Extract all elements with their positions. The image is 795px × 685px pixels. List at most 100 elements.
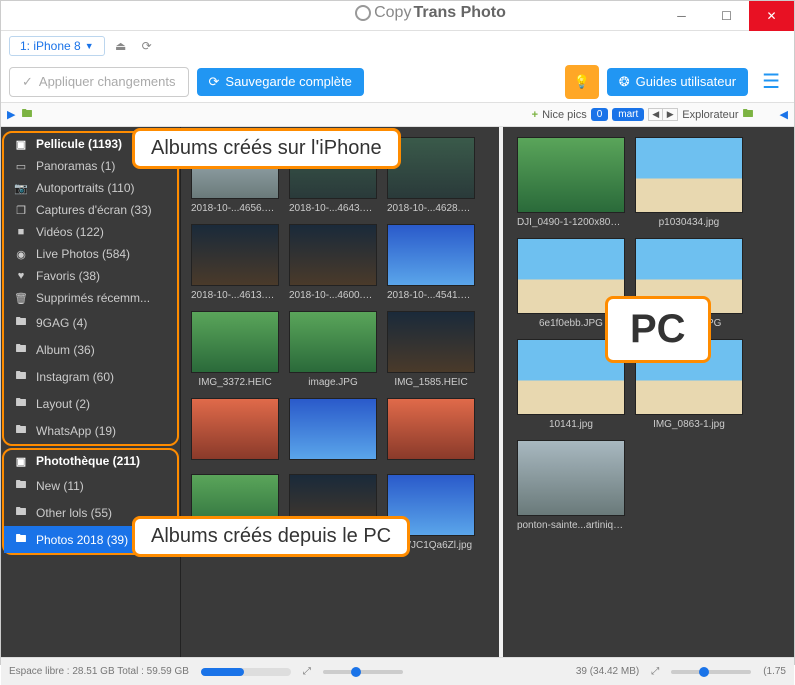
play-icon[interactable]: ▶ [7,108,15,121]
thumbnail-label: 2018-10-...4643.png [289,203,377,214]
album-icon: ▭ [14,160,28,173]
folder-icon[interactable]: 🖿 [21,105,32,124]
apply-changes-button[interactable]: ✓ Appliquer changements [9,67,189,97]
album-count-badge: 0 [591,108,609,121]
photo-thumbnail[interactable]: IMG_1585.HEIC [387,311,475,388]
sidebar-group-header[interactable]: ▣Photothèque (211) [4,450,177,472]
sidebar-item-label: Photos 2018 (39) [36,533,128,547]
folder-open-icon[interactable]: 🖿 [743,105,754,124]
sidebar-item[interactable]: 🗑 Supprimés récemm... [4,287,177,309]
thumbnail-label: DJI_0490-1-1200x800.jpg [517,217,625,228]
thumbnail-image [387,311,475,373]
zoom-slider-right[interactable] [671,670,751,674]
camera-icon: ▣ [14,138,28,151]
photo-thumbnail[interactable] [289,398,377,464]
sidebar-item[interactable]: ❐Captures d'écran (33) [4,199,177,221]
pc-photos-pane: DJI_0490-1-1200x800.jpgp1030434.jpg6e1f0… [507,127,786,657]
thumbnail-image [517,440,625,516]
thumbnail-label: p1030434.jpg [635,217,743,228]
sidebar-item-label: Other lols (55) [36,506,112,520]
thumbnail-image [635,137,743,213]
album-sidebar: ▣Pellicule (1193)▭Panoramas (1)📷Autoport… [1,127,181,657]
thumbnail-image [387,398,475,460]
sidebar-item-label: Supprimés récemm... [36,291,150,305]
photo-thumbnail[interactable]: 2018-10-...4541.png [387,224,475,301]
sidebar-item[interactable]: 🖿New (11) [4,472,177,499]
eject-button[interactable]: ⏏ [111,36,131,56]
breadcrumb-row: ▶ 🖿 + Nice pics 0 mart ◀▶ Explorateur 🖿 … [1,103,794,127]
main-toolbar: ✓ Appliquer changements ⟳ Sauvegarde com… [1,61,794,103]
thumbnail-label: 10141.jpg [517,419,625,430]
device-photos-pane: 2018-10-...4656.png2018-10-...4643.png20… [181,127,503,657]
photo-thumbnail[interactable]: ponton-sainte...artinique.jpg [517,440,625,531]
refresh-icon: ⟳ [209,74,220,90]
user-guides-button[interactable]: ❂ Guides utilisateur [607,68,748,96]
album-name[interactable]: Nice pics [542,109,587,121]
thumbnail-label: IMG_0863-1.jpg [635,419,743,430]
callout-iphone-albums: Albums créés sur l'iPhone [132,128,401,169]
path-segment[interactable]: mart [612,108,644,121]
photo-thumbnail[interactable]: image.JPG [289,311,377,388]
add-icon[interactable]: + [532,109,538,121]
album-icon: 🖿 [14,421,28,440]
sidebar-item[interactable]: ■Vidéos (122) [4,221,177,243]
maximize-button[interactable]: ☐ [704,1,749,31]
sidebar-item[interactable]: ◉Live Photos (584) [4,243,177,265]
sidebar-item[interactable]: 🖿Instagram (60) [4,363,177,390]
photo-thumbnail[interactable]: 2018-10-...4613.png [191,224,279,301]
album-icon: 🖿 [14,476,28,495]
device-row: 1: iPhone 8 ▼ ⏏ ⟳ [1,31,794,61]
thumbnail-label: image.JPG [289,377,377,388]
sidebar-item[interactable]: ♥Favoris (38) [4,265,177,287]
sidebar-item-label: Captures d'écran (33) [36,203,152,217]
close-button[interactable]: ✕ [749,1,794,31]
album-icon: 🖿 [14,394,28,413]
sidebar-item[interactable]: 📷Autoportraits (110) [4,177,177,199]
photo-thumbnail[interactable] [191,398,279,464]
nav-arrows[interactable]: ◀▶ [648,108,678,121]
sidebar-item-label: Favoris (38) [36,269,100,283]
sidebar-item-label: Autoportraits (110) [36,181,135,195]
sidebar-item-label: WhatsApp (19) [36,424,116,438]
thumbnail-image [289,398,377,460]
lifebuoy-icon: ❂ [619,74,630,90]
photo-thumbnail[interactable]: p1030434.jpg [635,137,743,228]
refresh-button[interactable]: ⟳ [137,36,157,56]
zoom-slider-left[interactable] [323,670,403,674]
thumbnail-label: IMG_1585.HEIC [387,377,475,388]
explorer-label[interactable]: Explorateur [682,109,738,121]
sidebar-item[interactable]: 🖿 WhatsApp (19) [4,417,177,444]
expand-icon-2[interactable]: ⤢ [651,666,659,677]
scrollbar[interactable] [786,127,794,657]
album-icon: 🖿 [14,340,28,359]
photo-thumbnail[interactable]: DJI_0490-1-1200x800.jpg [517,137,625,228]
album-icon: ◉ [14,248,28,261]
expand-icon[interactable]: ⤢ [303,666,311,677]
minimize-button[interactable]: ─ [659,1,704,31]
sidebar-item[interactable]: 🖿 Album (36) [4,336,177,363]
main-area: ▣Pellicule (1193)▭Panoramas (1)📷Autoport… [1,127,794,657]
sidebar-item-label: Album (36) [36,343,95,357]
album-icon: 🖿 [14,503,28,522]
collapse-icon[interactable]: ◀ [780,108,788,121]
status-bar: Espace libre : 28.51 GB Total : 59.59 GB… [1,657,794,685]
hamburger-menu[interactable]: ☰ [756,69,786,94]
full-backup-button[interactable]: ⟳ Sauvegarde complète [197,68,364,96]
album-icon: 🗑 [14,292,28,305]
right-info: (1.75 [763,666,786,677]
sidebar-item-label: 9GAG (4) [36,316,87,330]
sidebar-item[interactable]: 🖿9GAG (4) [4,309,177,336]
photo-thumbnail[interactable]: 2018-10-...4600.png [289,224,377,301]
sidebar-item-label: Panoramas (1) [36,159,115,173]
photo-thumbnail[interactable]: IMG_3372.HEIC [191,311,279,388]
check-icon: ✓ [22,74,33,90]
thumbnail-label: IMG_3372.HEIC [191,377,279,388]
album-icon: 🖿 [14,530,28,549]
free-space-label: Espace libre : 28.51 GB Total : 59.59 GB [9,666,189,677]
thumbnail-image [387,224,475,286]
sidebar-item[interactable]: 🖿Layout (2) [4,390,177,417]
device-selector[interactable]: 1: iPhone 8 ▼ [9,36,105,56]
photo-thumbnail[interactable] [387,398,475,464]
tips-button[interactable]: 💡 [565,65,599,99]
thumbnail-image [191,398,279,460]
